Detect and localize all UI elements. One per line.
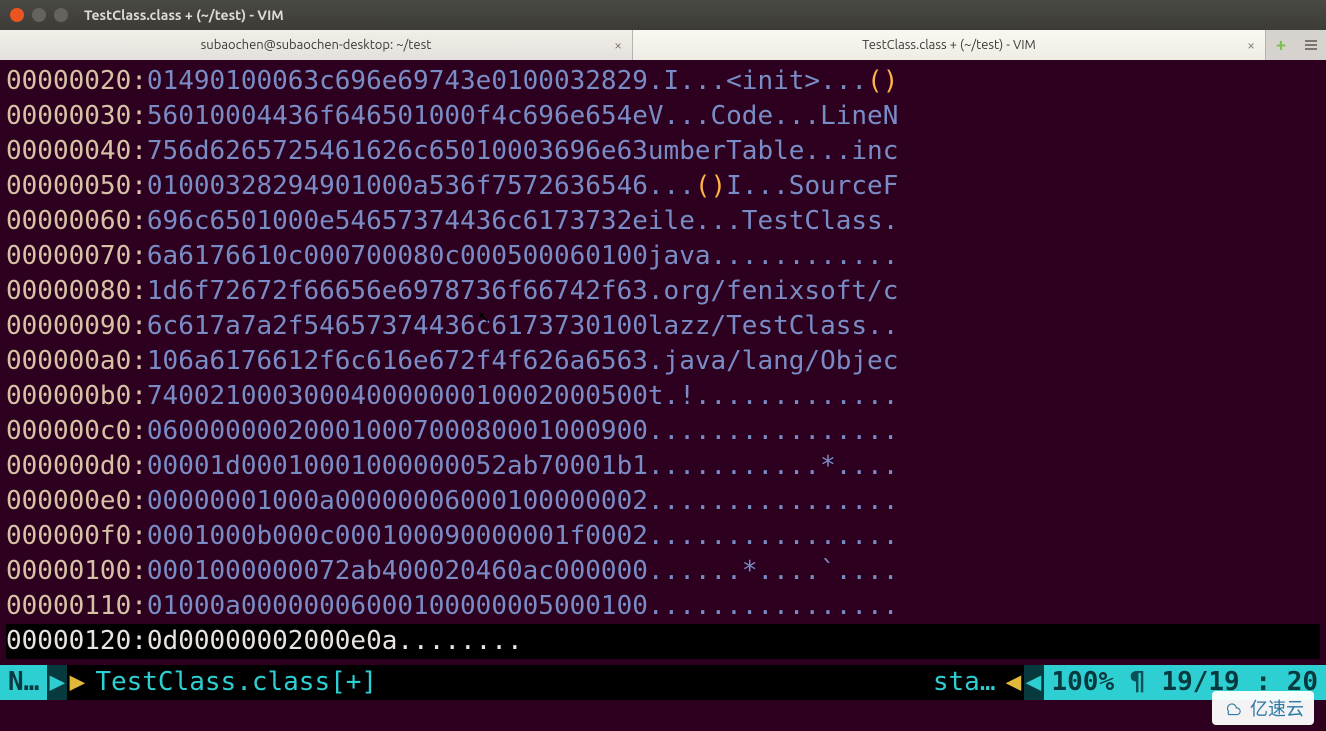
hex-row: 000000e0: 0000 0001 000a 0000 0006 0001 … (6, 484, 1320, 519)
tab-label: TestClass.class + (~/test) - VIM (862, 38, 1036, 52)
close-icon[interactable] (10, 8, 24, 22)
hex-row: 000000d0: 0000 1d00 0100 0100 0000 052a … (6, 449, 1320, 484)
hex-row: 00000030: 5601 0004 436f 6465 0100 0f4c … (6, 99, 1320, 134)
tab-label: subaochen@subaochen-desktop: ~/test (201, 38, 432, 52)
watermark: 亿速云 (1212, 691, 1314, 725)
hex-row: 00000110: 0100 0a00 0000 0600 0100 0000 … (6, 589, 1320, 624)
hex-row: 00000040: 756d 6265 7254 6162 6c65 0100 … (6, 134, 1320, 169)
close-icon[interactable]: × (614, 37, 622, 53)
tab-vim[interactable]: TestClass.class + (~/test) - VIM × (633, 30, 1266, 60)
hex-row: 00000050: 0100 0328 2949 0100 0a53 6f75 … (6, 169, 1320, 204)
hex-row: 000000c0: 0600 0000 0200 0100 0700 0800 … (6, 414, 1320, 449)
hex-row: 00000020: 0149 0100 063c 696e 6974 3e01 … (6, 64, 1320, 99)
hex-row: 00000070: 6a61 7661 0c00 0700 080c 0005 … (6, 239, 1320, 274)
separator-icon: ▶ (67, 665, 87, 700)
hex-row: 000000a0: 106a 6176 612f 6c61 6e67 2f4f … (6, 344, 1320, 379)
hex-row: 00000120: 0d00 0000 0200 0e0a ........ (6, 624, 1320, 659)
hex-row: 00000080: 1d6f 7267 2f66 656e 6978 736f … (6, 274, 1320, 309)
close-icon[interactable]: × (1247, 37, 1255, 53)
file-segment: TestClass.class[+] (87, 665, 925, 700)
separator-icon: ▶ (47, 665, 67, 700)
tab-terminal[interactable]: subaochen@subaochen-desktop: ~/test × (0, 30, 633, 60)
right-hint: sta… (925, 665, 1004, 700)
hex-row: 00000060: 696c 6501 000e 5465 7374 436c … (6, 204, 1320, 239)
separator-icon: ◀ (1024, 665, 1044, 700)
window-buttons (0, 8, 78, 22)
hex-row: 00000100: 0001 0000 0007 2ab4 0002 0460 … (6, 554, 1320, 589)
tab-bar: subaochen@subaochen-desktop: ~/test × Te… (0, 30, 1326, 60)
maximize-icon[interactable] (54, 8, 68, 22)
separator-icon: ◀ (1004, 665, 1024, 700)
minimize-icon[interactable] (32, 8, 46, 22)
hex-row: 000000b0: 7400 2100 0300 0400 0000 0100 … (6, 379, 1320, 414)
mode-segment: N… (0, 665, 47, 700)
percent-segment: 100% ¶ (1044, 665, 1154, 700)
window-titlebar: TestClass.class + (~/test) - VIM (0, 0, 1326, 30)
window-title: TestClass.class + (~/test) - VIM (84, 7, 284, 23)
hex-row: 000000f0: 0001 000b 000c 0001 0009 0000 … (6, 519, 1320, 554)
new-tab-button[interactable]: + (1266, 30, 1296, 60)
tab-menu-button[interactable] (1296, 30, 1326, 60)
editor-area[interactable]: 00000020: 0149 0100 063c 696e 6974 3e01 … (0, 60, 1326, 659)
hex-row: 00000090: 6c61 7a7a 2f54 6573 7443 6c61 … (6, 309, 1320, 344)
status-bar: N… ▶ ▶ TestClass.class[+] sta… ◀ ◀ 100% … (0, 665, 1326, 700)
